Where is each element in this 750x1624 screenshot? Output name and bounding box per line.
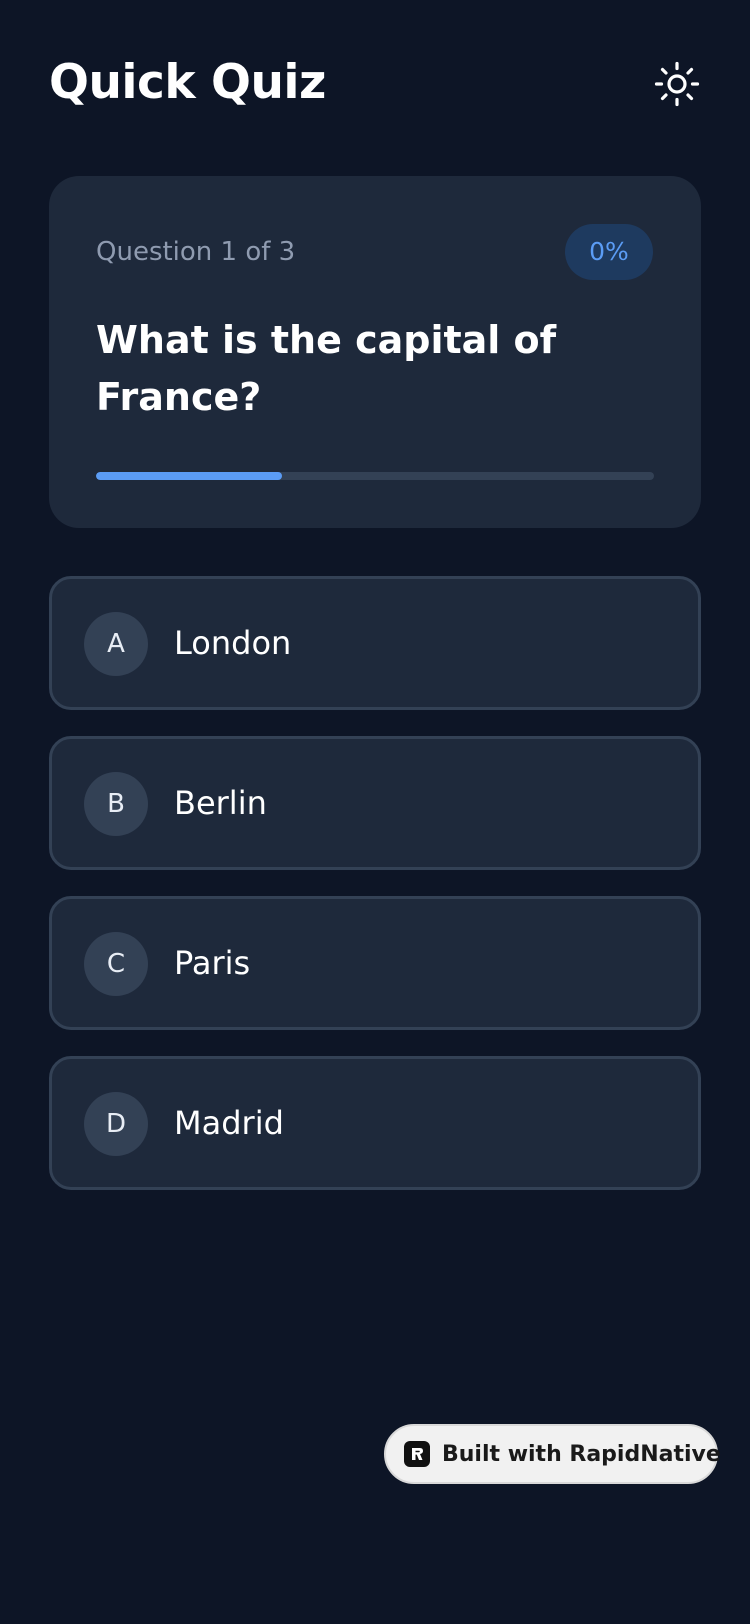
option-label: London (174, 624, 292, 662)
score-badge: 0% (565, 224, 653, 280)
answer-option-c[interactable]: C Paris (49, 896, 701, 1030)
app-title: Quick Quiz (49, 55, 326, 110)
rapidnative-logo-icon (404, 1441, 430, 1467)
question-card: Question 1 of 3 0% What is the capital o… (49, 176, 701, 528)
answer-option-d[interactable]: D Madrid (49, 1056, 701, 1190)
option-letter-badge: B (84, 772, 148, 836)
option-letter-badge: D (84, 1092, 148, 1156)
answer-options: A London B Berlin C Paris D Madrid (49, 576, 701, 1216)
progress-bar-fill (96, 472, 282, 480)
option-label: Madrid (174, 1104, 284, 1142)
answer-option-b[interactable]: B Berlin (49, 736, 701, 870)
header: Quick Quiz (49, 48, 701, 118)
question-text: What is the capital of France? (96, 318, 557, 419)
question-counter: Question 1 of 3 (96, 237, 296, 267)
option-label: Paris (174, 944, 251, 982)
option-letter-badge: C (84, 932, 148, 996)
built-with-label: Built with RapidNative (442, 1441, 721, 1467)
theme-toggle-button[interactable] (653, 60, 701, 108)
sun-icon (654, 61, 700, 107)
answer-option-a[interactable]: A London (49, 576, 701, 710)
option-letter-badge: A (84, 612, 148, 676)
progress-bar (96, 472, 654, 480)
built-with-rapidnative-button[interactable]: Built with RapidNative (384, 1424, 721, 1484)
option-label: Berlin (174, 784, 267, 822)
